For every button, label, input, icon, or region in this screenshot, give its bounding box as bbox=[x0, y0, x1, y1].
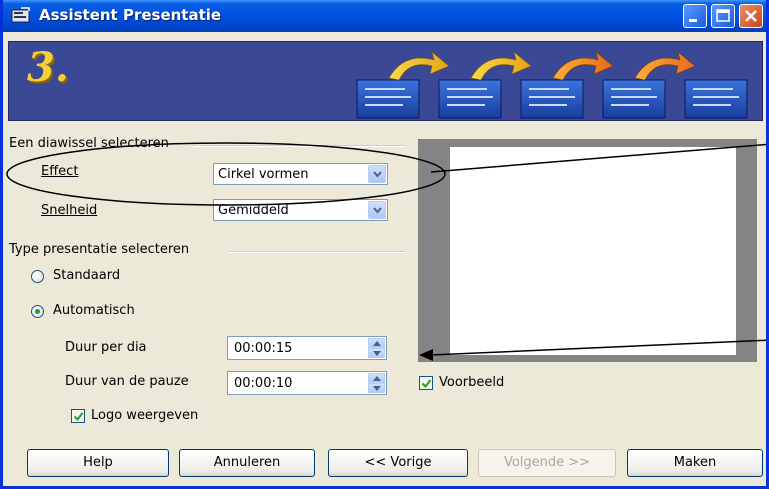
effect-value: Cirkel vormen bbox=[218, 167, 309, 182]
maximize-icon bbox=[716, 9, 730, 22]
effect-dropdown[interactable]: Cirkel vormen bbox=[213, 163, 388, 185]
chevron-up-icon bbox=[373, 341, 381, 346]
chevron-up-icon bbox=[373, 376, 381, 381]
step-progress-icon bbox=[356, 51, 748, 119]
minimize-icon bbox=[689, 19, 697, 22]
chevron-down-icon bbox=[373, 351, 381, 356]
duration-label: Duur per dia bbox=[65, 340, 147, 355]
preview-area bbox=[450, 147, 736, 355]
duration-spinner[interactable]: 00:00:15 bbox=[227, 336, 387, 360]
effect-label-text: Effect bbox=[41, 164, 79, 179]
checkmark-icon bbox=[421, 379, 432, 389]
logo-label[interactable]: Logo weergeven bbox=[91, 408, 198, 423]
speed-label-text: Snelheid bbox=[41, 203, 98, 218]
chevron-down-icon bbox=[373, 386, 381, 391]
pause-value: 00:00:10 bbox=[234, 376, 293, 391]
pause-label: Duur van de pauze bbox=[65, 374, 189, 389]
minimize-button[interactable] bbox=[683, 4, 707, 28]
speed-dropdown[interactable]: Gemiddeld bbox=[213, 199, 388, 221]
effect-label: Effect bbox=[41, 164, 78, 179]
effect-dropdown-button[interactable] bbox=[368, 165, 386, 183]
spin-down-button[interactable] bbox=[368, 348, 385, 358]
chevron-down-icon bbox=[373, 171, 382, 178]
preview-label[interactable]: Voorbeeld bbox=[439, 375, 504, 390]
speed-label: Snelheid bbox=[41, 203, 97, 218]
wizard-window: Assistent Presentatie 3. Een diawissel s… bbox=[0, 0, 769, 489]
close-button[interactable] bbox=[739, 4, 763, 28]
next-button[interactable]: Volgende >> bbox=[478, 449, 616, 477]
duration-spin-buttons[interactable] bbox=[368, 338, 385, 358]
spin-up-button[interactable] bbox=[368, 373, 385, 383]
automatic-radio[interactable] bbox=[31, 305, 44, 318]
transition-group-label: Een diawissel selecteren bbox=[9, 136, 169, 151]
window-title: Assistent Presentatie bbox=[39, 6, 222, 24]
standard-label[interactable]: Standaard bbox=[53, 268, 120, 283]
preview-checkbox[interactable] bbox=[419, 376, 433, 390]
create-button[interactable]: Maken bbox=[627, 449, 763, 477]
group-separator bbox=[229, 251, 405, 253]
pause-spin-buttons[interactable] bbox=[368, 373, 385, 393]
title-bar[interactable]: Assistent Presentatie bbox=[3, 0, 766, 32]
maximize-button[interactable] bbox=[711, 4, 735, 28]
app-icon bbox=[11, 7, 30, 23]
spin-down-button[interactable] bbox=[368, 383, 385, 393]
automatic-label[interactable]: Automatisch bbox=[53, 303, 135, 318]
duration-value: 00:00:15 bbox=[234, 341, 293, 356]
presentation-group-label: Type presentatie selecteren bbox=[9, 242, 190, 257]
spin-up-button[interactable] bbox=[368, 338, 385, 348]
speed-dropdown-button[interactable] bbox=[368, 201, 386, 219]
standard-radio[interactable] bbox=[31, 270, 44, 283]
speed-value: Gemiddeld bbox=[218, 203, 289, 218]
help-button[interactable]: Help bbox=[27, 449, 169, 477]
chevron-down-icon bbox=[373, 207, 382, 214]
group-separator bbox=[193, 145, 405, 147]
back-button[interactable]: << Vorige bbox=[328, 449, 468, 477]
logo-checkbox[interactable] bbox=[71, 409, 85, 423]
wizard-banner: 3. bbox=[8, 41, 763, 121]
close-icon bbox=[745, 10, 757, 22]
cancel-button[interactable]: Annuleren bbox=[179, 449, 315, 477]
pause-spinner[interactable]: 00:00:10 bbox=[227, 371, 387, 395]
checkmark-icon bbox=[73, 412, 84, 422]
